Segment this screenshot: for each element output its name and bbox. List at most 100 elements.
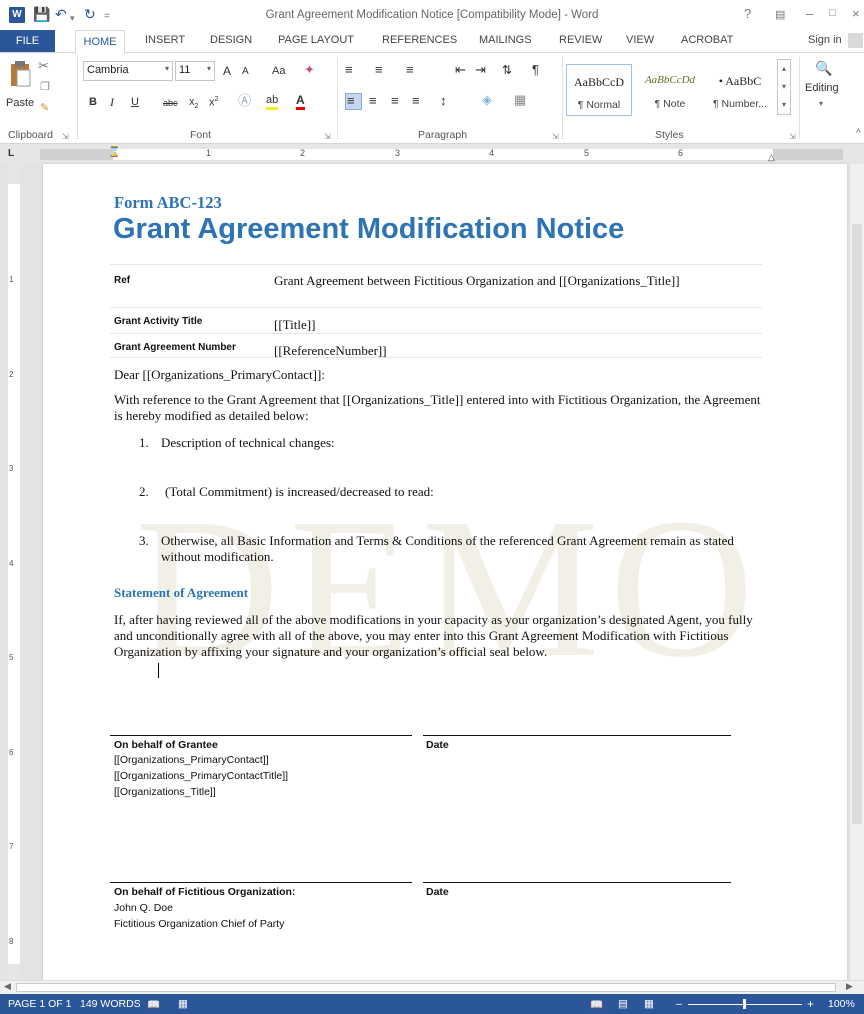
indent-marker-icon[interactable]: ⌛ bbox=[108, 147, 120, 158]
web-layout-icon[interactable]: ▦ bbox=[644, 998, 654, 1010]
vertical-scrollbar[interactable] bbox=[849, 164, 864, 980]
highlight-color-icon[interactable]: ab bbox=[266, 93, 279, 110]
align-left-glyph: ≡ bbox=[347, 93, 355, 108]
show-marks-button[interactable]: ¶ bbox=[532, 63, 539, 77]
numbering-icon[interactable]: ≡ bbox=[375, 63, 383, 77]
font-launcher-icon[interactable]: ⇲ bbox=[324, 130, 331, 144]
align-center-icon[interactable]: ≡ bbox=[369, 94, 377, 108]
underline-button[interactable]: U bbox=[131, 95, 139, 109]
user-avatar[interactable] bbox=[848, 33, 863, 48]
scroll-left-icon[interactable]: ◀ bbox=[4, 981, 11, 992]
change-case-button[interactable]: Aa bbox=[272, 64, 285, 78]
vruler-number: 6 bbox=[9, 748, 14, 757]
subscript-button[interactable]: x2 bbox=[189, 95, 198, 114]
table-border bbox=[110, 264, 762, 265]
zoom-slider-thumb[interactable] bbox=[743, 999, 746, 1009]
ribbon-display-options-icon[interactable]: ▤ bbox=[775, 8, 785, 21]
copy-icon[interactable]: ❐ bbox=[40, 80, 50, 94]
font-size-box[interactable]: 11 ▾ bbox=[175, 61, 215, 81]
org-heading: On behalf of Fictitious Organization: bbox=[114, 886, 296, 898]
align-right-icon[interactable]: ≡ bbox=[391, 94, 399, 108]
font-name-box[interactable]: Cambria ▾ bbox=[83, 61, 173, 81]
borders-icon[interactable]: ▦ bbox=[514, 93, 526, 107]
org-signatory-title: Fictitious Organization Chief of Party bbox=[114, 918, 285, 930]
collapse-ribbon-icon[interactable]: ^ bbox=[856, 127, 861, 141]
paragraph-launcher-icon[interactable]: ⇲ bbox=[552, 130, 559, 144]
minimize-icon[interactable]: – bbox=[806, 6, 813, 21]
help-button[interactable]: ? bbox=[744, 6, 751, 21]
close-icon[interactable]: × bbox=[852, 6, 860, 21]
editing-button[interactable]: Editing bbox=[805, 81, 839, 95]
editing-dropdown-icon[interactable]: ▾ bbox=[819, 97, 823, 111]
clear-formatting-icon[interactable]: ✦ bbox=[304, 63, 315, 77]
proofing-icon[interactable]: 📖 bbox=[147, 998, 160, 1011]
table-border bbox=[110, 333, 762, 334]
paste-icon[interactable] bbox=[8, 59, 34, 89]
tab-references[interactable]: REFERENCES bbox=[382, 34, 457, 46]
tab-page-layout[interactable]: PAGE LAYOUT bbox=[278, 34, 354, 46]
tab-insert[interactable]: INSERT bbox=[145, 34, 185, 46]
zoom-out-icon[interactable]: – bbox=[676, 998, 682, 1010]
italic-button[interactable]: I bbox=[110, 95, 114, 109]
ruler-left-margin bbox=[40, 149, 113, 160]
tab-review[interactable]: REVIEW bbox=[559, 34, 602, 46]
ruler-track bbox=[113, 149, 773, 160]
horizontal-scrollbar[interactable]: ◀ ▶ bbox=[0, 980, 864, 994]
justify-icon[interactable]: ≡ bbox=[412, 94, 420, 108]
zoom-level[interactable]: 100% bbox=[828, 998, 855, 1010]
tab-mailings[interactable]: MAILINGS bbox=[479, 34, 532, 46]
page-count[interactable]: PAGE 1 OF 1 bbox=[8, 998, 71, 1010]
grant-activity-title-value: [[Title]] bbox=[274, 317, 316, 332]
style-preview: AaBbCcD bbox=[574, 75, 624, 89]
style-name: ¶ Note bbox=[654, 98, 686, 110]
sort-icon[interactable]: ⇅ bbox=[502, 63, 512, 77]
cut-icon[interactable]: ✂ bbox=[38, 59, 49, 73]
tab-acrobat[interactable]: ACROBAT bbox=[681, 34, 733, 46]
clipboard-launcher-icon[interactable]: ⇲ bbox=[62, 130, 69, 144]
sign-in-link[interactable]: Sign in bbox=[808, 34, 842, 46]
horizontal-ruler[interactable]: L 1 2 3 4 5 6 ⌛ △ bbox=[0, 144, 864, 164]
bold-button[interactable]: B bbox=[89, 95, 97, 109]
text-effects-icon[interactable]: Ⓐ bbox=[238, 94, 251, 108]
document-page[interactable]: DEMO Form ABC-123 Grant Agreement Modifi… bbox=[43, 164, 847, 980]
tab-selector-icon[interactable]: L bbox=[8, 148, 20, 160]
tab-view[interactable]: VIEW bbox=[626, 34, 654, 46]
styles-launcher-icon[interactable]: ⇲ bbox=[789, 130, 796, 144]
font-color-icon[interactable]: A bbox=[296, 93, 305, 110]
styles-group-label: Styles bbox=[655, 129, 684, 141]
scroll-right-icon[interactable]: ▶ bbox=[846, 981, 853, 992]
line-spacing-icon[interactable]: ↕ bbox=[440, 94, 447, 108]
increase-indent-icon[interactable]: ⇥ bbox=[475, 63, 486, 77]
org-signature-line bbox=[110, 882, 412, 883]
font-group-label: Font bbox=[190, 129, 212, 141]
format-painter-icon[interactable]: ✎ bbox=[40, 101, 49, 115]
style-number[interactable]: • AaBbC ¶ Number... bbox=[707, 64, 773, 116]
strikethrough-button[interactable]: abc bbox=[163, 96, 178, 110]
tab-home[interactable]: HOME bbox=[75, 30, 125, 53]
vertical-ruler[interactable]: 1 2 3 4 5 6 7 8 bbox=[8, 164, 20, 980]
maximize-icon[interactable]: □ bbox=[829, 7, 836, 19]
multilevel-list-icon[interactable]: ≡ bbox=[406, 63, 414, 77]
tab-file[interactable]: FILE bbox=[0, 30, 55, 52]
vertical-scroll-thumb[interactable] bbox=[852, 224, 862, 824]
styles-scroll[interactable]: ▴ ▾ ▾ bbox=[777, 59, 791, 115]
find-icon[interactable]: 🔍 bbox=[815, 61, 832, 75]
style-note[interactable]: AaBbCcDd ¶ Note bbox=[637, 64, 703, 116]
bullets-icon[interactable]: ≡ bbox=[345, 63, 353, 77]
shrink-font-button[interactable]: A bbox=[242, 65, 249, 79]
read-mode-icon[interactable]: 📖 bbox=[590, 998, 603, 1011]
right-indent-marker-icon[interactable]: △ bbox=[768, 152, 775, 163]
tab-design[interactable]: DESIGN bbox=[210, 34, 252, 46]
shading-icon[interactable]: ◈ bbox=[482, 93, 492, 107]
superscript-button[interactable]: x2 bbox=[209, 93, 218, 110]
paste-button[interactable]: Paste bbox=[6, 96, 34, 110]
style-normal[interactable]: AaBbCcD ¶ Normal bbox=[566, 64, 632, 116]
macro-icon[interactable]: ▦ bbox=[178, 998, 188, 1010]
word-count[interactable]: 149 WORDS bbox=[80, 998, 141, 1010]
grow-font-button[interactable]: A bbox=[223, 64, 231, 78]
zoom-in-icon[interactable]: + bbox=[807, 997, 814, 1011]
ruler-number: 4 bbox=[489, 148, 495, 158]
horizontal-scroll-thumb[interactable] bbox=[16, 983, 836, 992]
print-layout-icon[interactable]: ▤ bbox=[618, 998, 628, 1010]
decrease-indent-icon[interactable]: ⇤ bbox=[455, 63, 466, 77]
